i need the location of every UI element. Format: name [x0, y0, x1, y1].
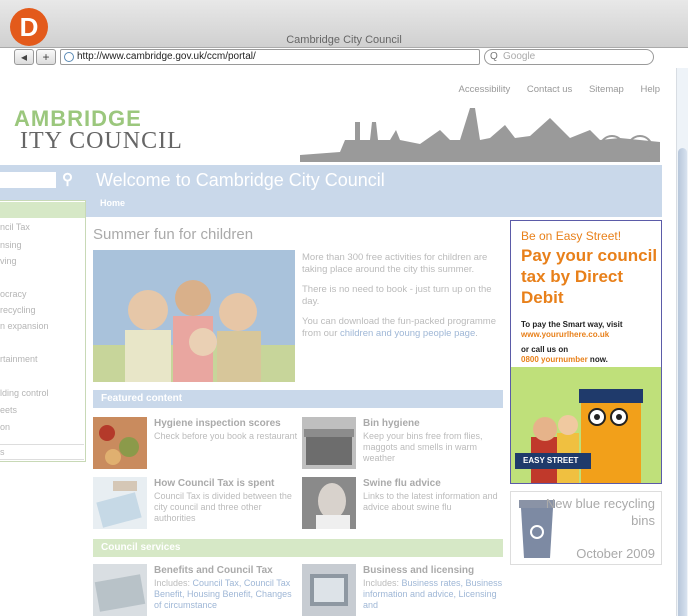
business-photo[interactable] — [302, 564, 356, 616]
scrollbar[interactable] — [676, 68, 688, 616]
utility-link-sitemap[interactable]: Sitemap — [589, 84, 624, 95]
benefits-includes-label: Includes: — [154, 578, 193, 588]
back-button[interactable]: ◂ — [14, 49, 34, 65]
sidebar-item-on[interactable]: on — [0, 422, 10, 432]
tile-desc-hygiene: Check before you book a restaurant — [154, 431, 298, 441]
bins-promo-title: New blue recycling bins — [545, 496, 655, 528]
sidebar-item-living[interactable]: ving — [0, 256, 17, 266]
tile-title-benefits[interactable]: Benefits and Council Tax — [154, 565, 273, 576]
tile-title-swine-flu[interactable]: Swine flu advice — [363, 478, 441, 489]
utility-link-help[interactable]: Help — [640, 84, 660, 95]
site-search-icon[interactable]: ⚲ — [62, 170, 73, 188]
featured-content-heading: Featured content — [93, 390, 503, 408]
utility-nav: Accessibility Contact us Sitemap Help — [445, 84, 661, 95]
bins-promo-date: October 2009 — [576, 546, 655, 561]
children-young-people-link[interactable]: children and young people page — [340, 328, 475, 339]
tile-title-hygiene[interactable]: Hygiene inspection scores — [154, 418, 281, 429]
tile-desc-business: Includes: Business rates, Business infor… — [363, 578, 509, 611]
badge-d-icon: D — [10, 8, 48, 46]
ad-tagline: Be on Easy Street! — [521, 229, 622, 243]
benefits-photo[interactable] — [93, 564, 147, 616]
ad-phone: 0800 yournumber now. — [521, 355, 608, 364]
browser-search-field[interactable]: Q Google — [484, 49, 654, 65]
breadcrumb-home[interactable]: Home — [100, 198, 125, 208]
sidebar-item-recycling[interactable]: recycling — [0, 305, 36, 315]
window-title: Cambridge City Council — [286, 34, 402, 46]
direct-debit-advert[interactable]: Be on Easy Street! Pay your council tax … — [510, 220, 662, 484]
intro-period: . — [475, 328, 478, 339]
intro-paragraph-3: You can download the fun-packed programm… — [302, 316, 498, 340]
site-search-input[interactable] — [0, 172, 56, 188]
search-placeholder: Google — [503, 51, 536, 62]
utility-link-contact[interactable]: Contact us — [527, 84, 572, 95]
tile-desc-bin-hygiene: Keep your bins free from flies, maggots … — [363, 431, 483, 463]
logo-council-text[interactable]: ITY COUNCIL — [20, 128, 183, 155]
feature-intro: More than 300 free activities for childr… — [302, 252, 498, 348]
tile-title-bin-hygiene[interactable]: Bin hygiene — [363, 418, 420, 429]
hygiene-photo[interactable] — [93, 417, 147, 469]
intro-paragraph-2: There is no need to book - just turn up … — [302, 284, 492, 307]
scrollbar-thumb[interactable] — [678, 148, 687, 616]
council-services-heading: Council services — [93, 539, 503, 557]
sidebar-item-council-tax[interactable]: ncil Tax — [0, 222, 30, 232]
intro-paragraph-1: More than 300 free activities for childr… — [302, 252, 488, 275]
add-bookmark-button[interactable]: + — [36, 49, 56, 65]
sidebar-item-housing[interactable]: nsing — [0, 240, 22, 250]
tile-desc-swine-flu: Links to the latest information and advi… — [363, 491, 498, 512]
business-includes-label: Includes: — [363, 578, 402, 588]
tile-title-business[interactable]: Business and licensing — [363, 565, 474, 576]
page-title: Welcome to Cambridge City Council — [96, 170, 385, 190]
sidebar-item-building-control[interactable]: lding control — [0, 388, 49, 398]
ad-url: www.yoururlhere.co.uk — [521, 330, 610, 339]
easy-street-characters-image — [511, 367, 661, 483]
sidebar-item-streets[interactable]: eets — [0, 405, 17, 415]
sidebar-header — [0, 202, 85, 218]
ad-subtext: To pay the Smart way, visit — [521, 320, 623, 329]
sidebar-item-entertainment[interactable]: rtainment — [0, 354, 38, 364]
bin-hygiene-photo[interactable] — [302, 417, 356, 469]
ad-headline: Pay your council tax by Direct Debit — [521, 246, 658, 307]
sidebar-item-expansion[interactable]: n expansion — [0, 321, 49, 331]
sidebar-item-democracy[interactable]: ocracy — [0, 289, 27, 299]
browser-titlebar: Cambridge City Council — [0, 0, 688, 48]
council-tax-photo[interactable] — [93, 477, 147, 529]
children-photo[interactable] — [93, 250, 295, 382]
ad-phone-now: now. — [587, 355, 608, 364]
ad-phone-number: 0800 yournumber — [521, 355, 588, 364]
utility-link-accessibility[interactable]: Accessibility — [459, 84, 511, 95]
search-icon: Q — [490, 51, 498, 62]
skyline-banner-image — [300, 108, 660, 162]
swine-flu-photo[interactable] — [302, 477, 356, 529]
address-bar[interactable]: http://www.cambridge.gov.uk/ccm/portal/ — [60, 49, 480, 65]
sidebar-item-last[interactable]: s — [0, 444, 84, 460]
address-url: http://www.cambridge.gov.uk/ccm/portal/ — [77, 51, 256, 62]
tile-desc-benefits: Includes: Council Tax, Council Tax Benef… — [154, 578, 300, 611]
ad-call-text: or call us on — [521, 345, 569, 354]
site-icon — [64, 52, 74, 62]
tile-desc-council-tax: Council Tax is divided between the city … — [154, 491, 292, 523]
tile-title-council-tax[interactable]: How Council Tax is spent — [154, 478, 274, 489]
feature-heading: Summer fun for children — [93, 226, 254, 243]
recycling-bins-promo[interactable]: New blue recycling bins October 2009 — [510, 491, 662, 565]
easy-street-sign: EASY STREET — [523, 456, 579, 465]
